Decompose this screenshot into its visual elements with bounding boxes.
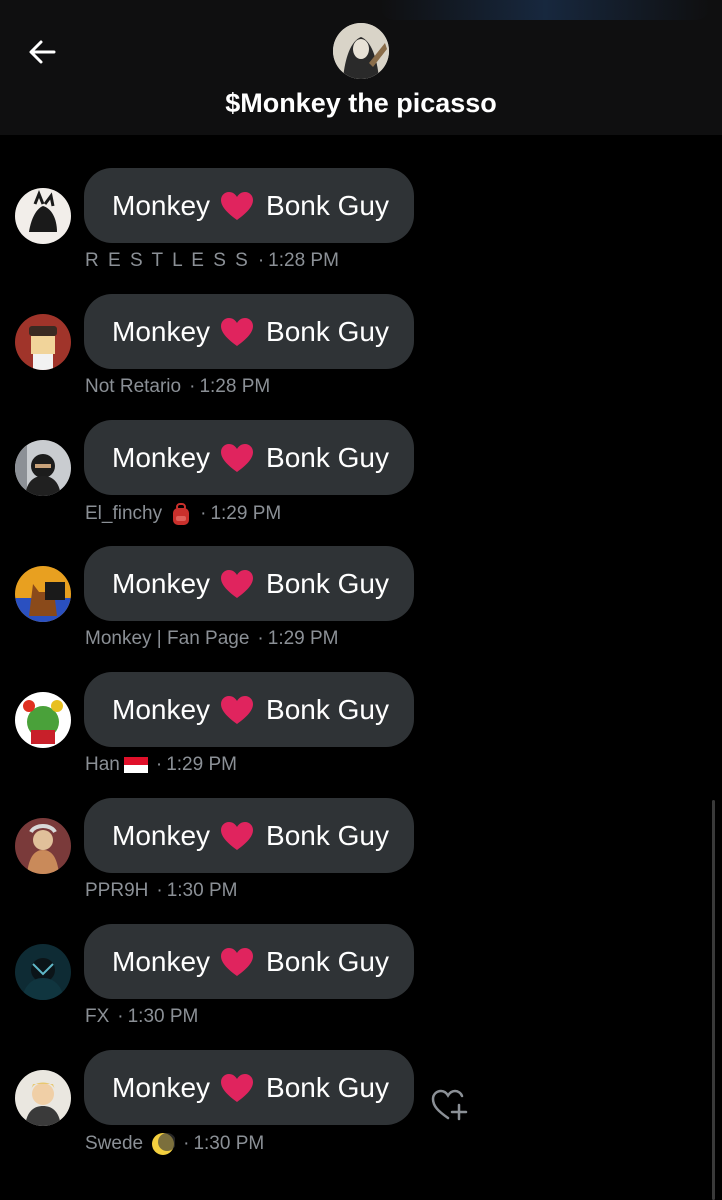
message-text-start: Monkey: [112, 693, 211, 725]
message-text-end: Bonk Guy: [266, 693, 389, 725]
sender-avatar[interactable]: [15, 818, 71, 874]
message-meta: FX · 1:30 PM: [85, 1006, 198, 1028]
add-reaction-button[interactable]: [430, 1088, 470, 1124]
message-text-end: Bonk Guy: [266, 315, 389, 347]
message-text-start: Monkey: [112, 819, 211, 851]
message-text-start: Monkey: [112, 945, 211, 977]
back-button[interactable]: [22, 32, 62, 72]
message-text-start: Monkey: [112, 1071, 211, 1103]
sender-name[interactable]: El_finchy: [85, 503, 162, 525]
message-text-start: Monkey: [112, 189, 211, 221]
sender-avatar[interactable]: [15, 314, 71, 370]
sender-avatar[interactable]: [15, 440, 71, 496]
sender-name[interactable]: Swede: [85, 1133, 143, 1155]
message-time: 1:28 PM: [268, 250, 339, 271]
header-glow: [380, 0, 710, 20]
message-meta: Swede · 1:30 PM: [85, 1132, 264, 1156]
message-row: Monkey Bonk Guy FX · 1:30 PM: [0, 924, 722, 1050]
message-row: Monkey Bonk Guy R E S T L E S S · 1:28 PM: [0, 168, 722, 294]
message-meta: R E S T L E S S · 1:28 PM: [85, 250, 339, 272]
red-heart-icon: [221, 1073, 254, 1102]
meta-separator: ·: [183, 1133, 190, 1154]
message-text-end: Bonk Guy: [266, 567, 389, 599]
message-bubble[interactable]: Monkey Bonk Guy: [84, 1050, 414, 1125]
red-heart-icon: [221, 821, 254, 850]
message-bubble[interactable]: Monkey Bonk Guy: [84, 294, 414, 369]
message-row: Monkey Bonk Guy Not Retario · 1:28 PM: [0, 294, 722, 420]
meta-separator: ·: [117, 1006, 124, 1027]
meta-separator: ·: [189, 376, 196, 397]
message-time: 1:28 PM: [199, 376, 271, 397]
red-heart-icon: [221, 569, 254, 598]
message-meta: Monkey | Fan Page · 1:29 PM: [85, 628, 339, 650]
message-bubble[interactable]: Monkey Bonk Guy: [84, 672, 414, 747]
sender-avatar[interactable]: [15, 944, 71, 1000]
message-bubble[interactable]: Monkey Bonk Guy: [84, 168, 414, 243]
red-heart-icon: [221, 443, 254, 472]
meta-separator: ·: [257, 628, 264, 649]
sender-name[interactable]: R E S T L E S S: [85, 250, 250, 272]
message-time: 1:30 PM: [193, 1133, 265, 1154]
scrollbar[interactable]: [712, 800, 715, 1200]
sender-name[interactable]: FX: [85, 1006, 109, 1028]
message-text-end: Bonk Guy: [266, 1071, 389, 1103]
backpack-icon: [173, 503, 190, 525]
meta-separator: ·: [257, 250, 265, 271]
message-time: 1:29 PM: [166, 754, 237, 775]
message-text-end: Bonk Guy: [266, 441, 389, 473]
message-bubble[interactable]: Monkey Bonk Guy: [84, 798, 414, 873]
conversation-title: $Monkey the picasso: [225, 88, 497, 118]
message-bubble[interactable]: Monkey Bonk Guy: [84, 546, 414, 621]
red-heart-icon: [221, 695, 254, 724]
message-meta: PPR9H · 1:30 PM: [85, 880, 237, 902]
message-time: 1:29 PM: [210, 503, 282, 524]
heart-add-icon: [431, 1089, 468, 1121]
sender-name[interactable]: Monkey | Fan Page: [85, 628, 249, 650]
message-text-end: Bonk Guy: [266, 945, 389, 977]
conversation-header: $Monkey the picasso: [0, 0, 722, 135]
message-row: Monkey Bonk Guy PPR9H · 1:30 PM: [0, 798, 722, 924]
red-heart-icon: [221, 947, 254, 976]
message-row: Monkey Bonk Guy El_finchy · 1:29 PM: [0, 420, 722, 546]
red-heart-icon: [221, 191, 254, 220]
sender-avatar[interactable]: [15, 692, 71, 748]
sender-name[interactable]: Han: [85, 754, 120, 776]
message-text-start: Monkey: [112, 315, 211, 347]
meta-separator: ·: [200, 503, 207, 524]
message-row: Monkey Bonk Guy Swede · 1:30 PM: [0, 1050, 722, 1176]
message-time: 1:30 PM: [166, 880, 238, 901]
arrow-left-icon: [29, 40, 56, 64]
message-bubble[interactable]: Monkey Bonk Guy: [84, 420, 414, 495]
message-text-start: Monkey: [112, 567, 211, 599]
message-time: 1:30 PM: [127, 1006, 199, 1027]
indonesia-flag-icon: [123, 757, 148, 773]
sender-name[interactable]: PPR9H: [85, 880, 148, 902]
meta-separator: ·: [156, 880, 163, 901]
group-avatar[interactable]: [333, 23, 389, 79]
message-meta: Not Retario · 1:28 PM: [85, 376, 270, 398]
red-heart-icon: [221, 317, 254, 346]
message-row: Monkey Bonk Guy Monkey | Fan Page · 1:29 PM: [0, 546, 722, 672]
meta-separator: ·: [155, 754, 163, 775]
message-row: Monkey Bonk Guy Han · 1:29 PM: [0, 672, 722, 798]
sender-avatar[interactable]: [15, 1070, 71, 1126]
moon-icon: [152, 1133, 176, 1155]
sender-avatar[interactable]: [15, 566, 71, 622]
message-meta: Han · 1:29 PM: [85, 754, 237, 776]
sender-name[interactable]: Not Retario: [85, 376, 181, 398]
sender-avatar[interactable]: [15, 188, 71, 244]
message-time: 1:29 PM: [267, 628, 339, 649]
message-text-end: Bonk Guy: [266, 819, 389, 851]
message-meta: El_finchy · 1:29 PM: [85, 502, 281, 526]
message-text-end: Bonk Guy: [266, 189, 389, 221]
message-text-start: Monkey: [112, 441, 211, 473]
message-bubble[interactable]: Monkey Bonk Guy: [84, 924, 414, 999]
